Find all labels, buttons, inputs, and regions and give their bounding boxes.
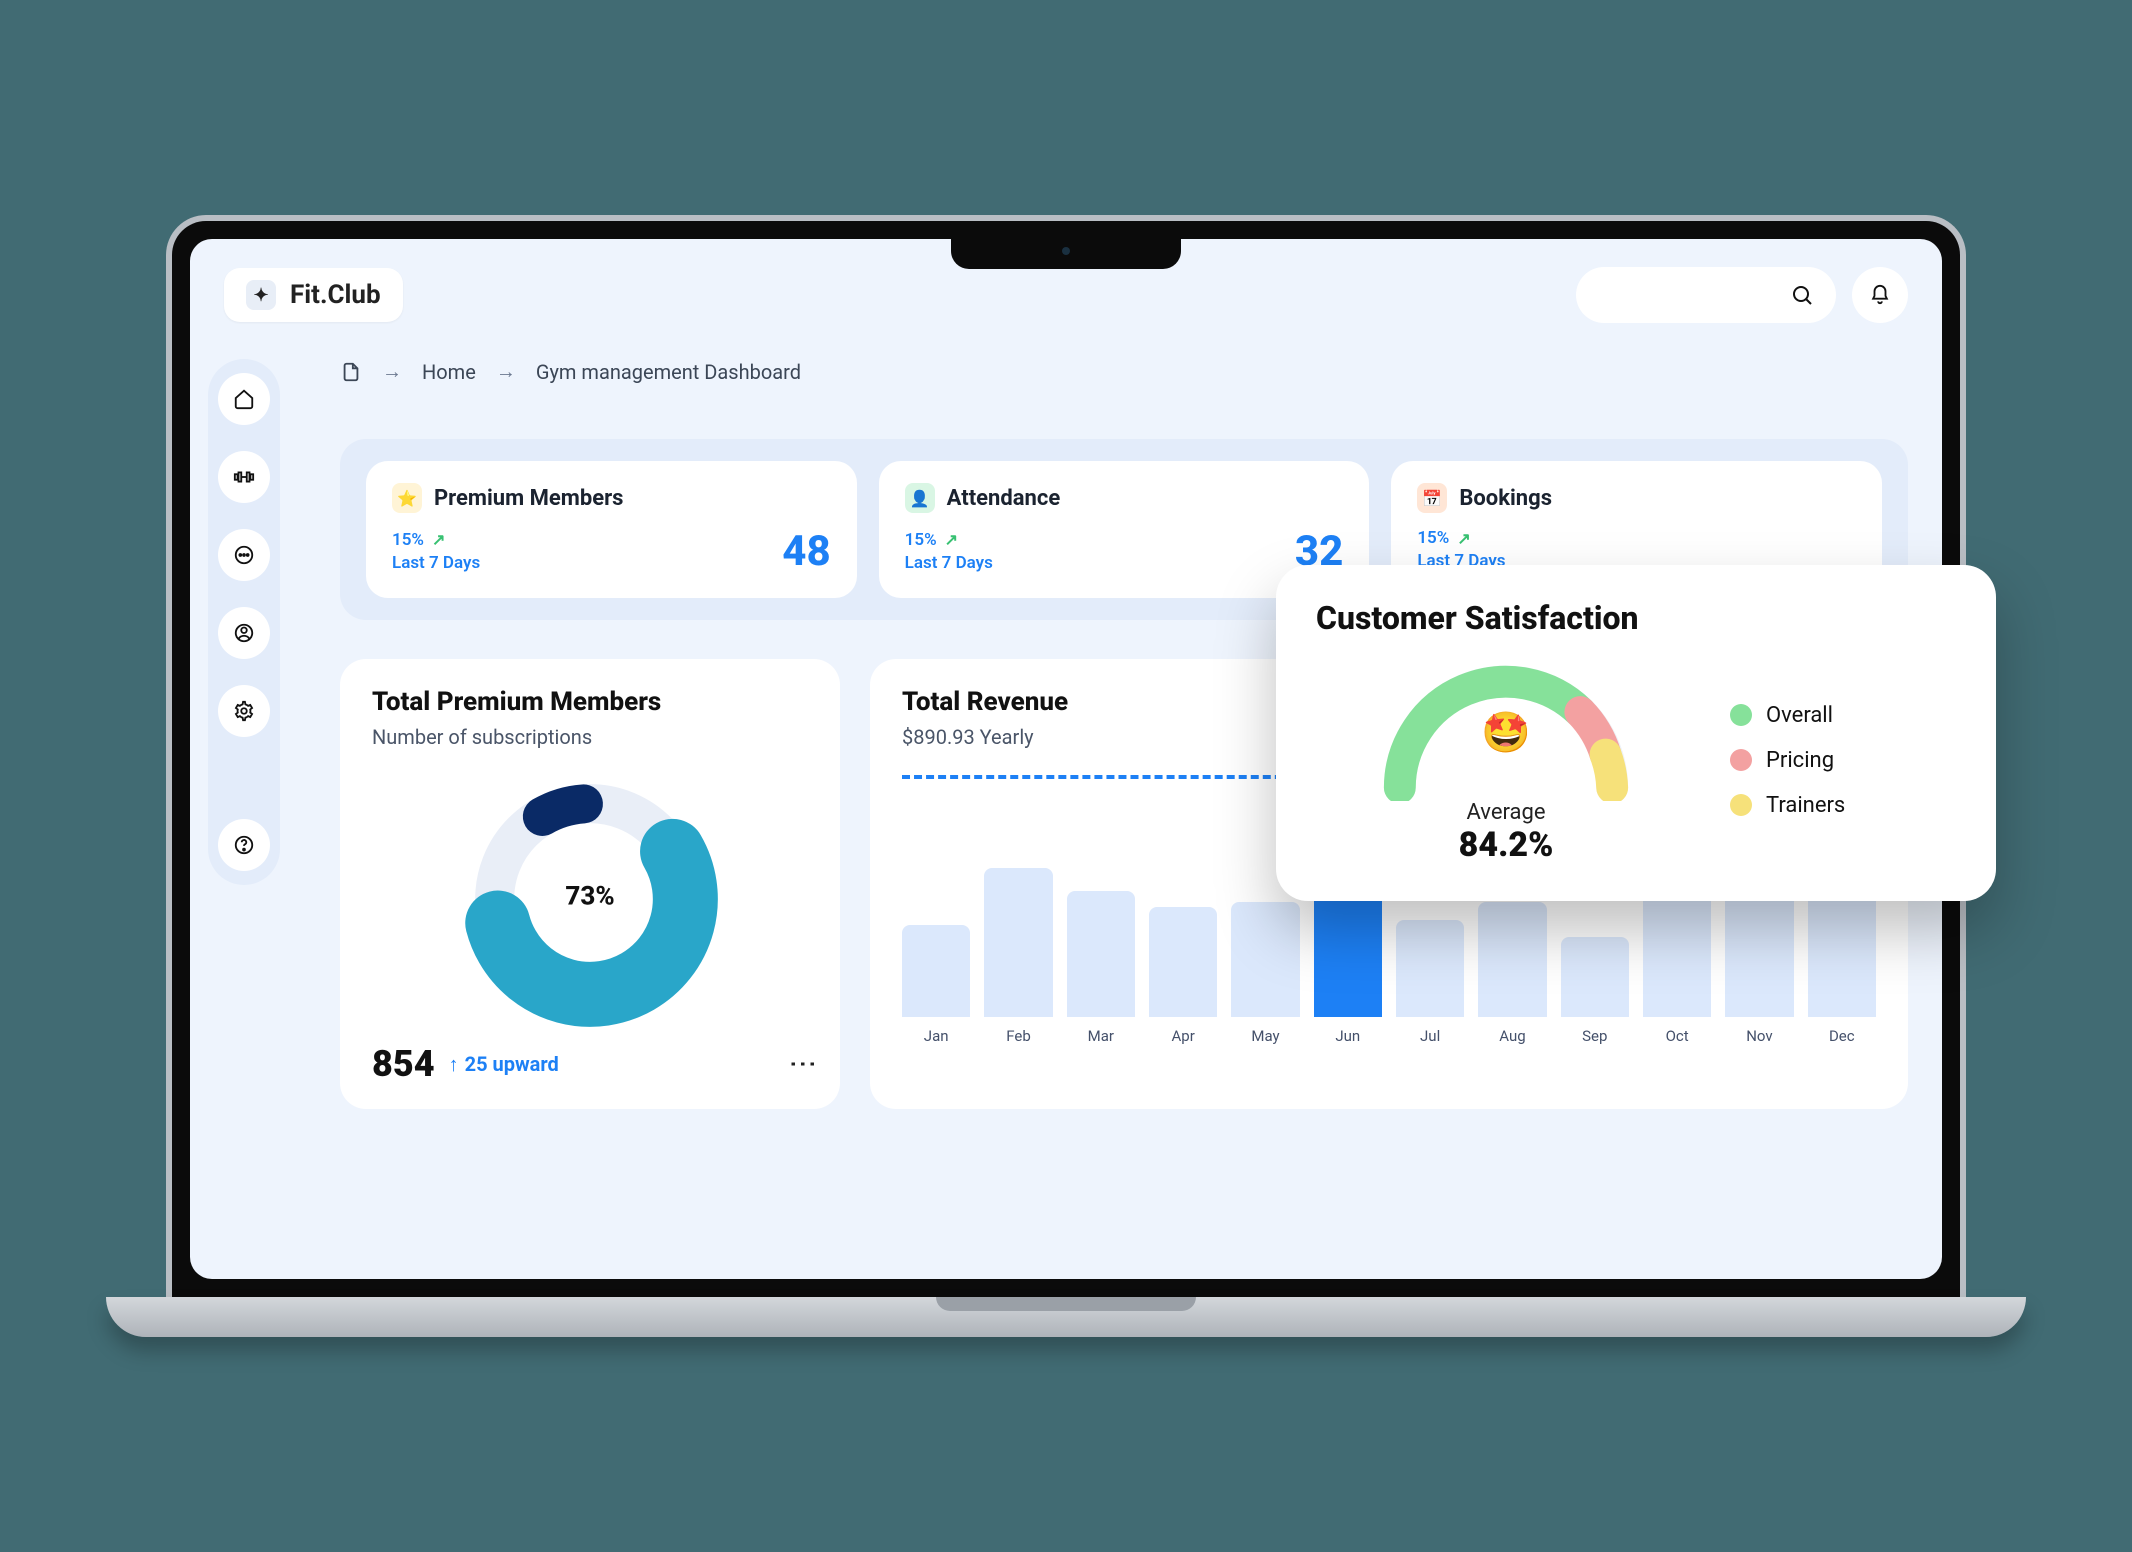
chevron-right-icon: → (496, 359, 516, 384)
chevron-right-icon: → (382, 359, 402, 384)
stat-title: Attendance (947, 486, 1061, 511)
star-icon: ⭐ (392, 483, 422, 513)
help-icon (233, 834, 255, 856)
satisfaction-gauge: 🤩 Average 84.2% (1316, 655, 1696, 865)
card-menu-button[interactable]: ⋮ (798, 1050, 808, 1078)
xlabel: Aug (1478, 1027, 1546, 1045)
xlabel: Jun (1314, 1027, 1382, 1045)
nav-workouts[interactable] (218, 451, 270, 503)
stat-pct: 15% (905, 529, 937, 552)
bar-dec[interactable] (1808, 891, 1876, 1018)
user-icon: 👤 (905, 483, 935, 513)
card-subtitle: Number of subscriptions (372, 725, 808, 749)
home-icon (233, 388, 255, 410)
avg-label: Average (1466, 800, 1545, 825)
xlabel: Nov (1725, 1027, 1793, 1045)
bar-apr[interactable] (1149, 907, 1217, 1017)
brand-mark-icon: ✦ (246, 280, 276, 310)
stat-period: Last 7 Days (905, 552, 993, 575)
stat-title: Premium Members (434, 486, 623, 511)
stat-value: 48 (782, 527, 830, 576)
arrow-up-icon: ↗ (945, 529, 958, 551)
file-icon (340, 361, 362, 383)
arrow-up-icon: ↗ (1457, 528, 1470, 550)
xlabel: Mar (1067, 1027, 1135, 1045)
xlabel: Jan (902, 1027, 970, 1045)
brand-name: Fit.Club (290, 280, 381, 310)
legend-dot-icon (1730, 704, 1752, 726)
brand-pill[interactable]: ✦ Fit.Club (224, 268, 403, 322)
card-title: Total Premium Members (372, 687, 808, 717)
legend-item: Pricing (1730, 748, 1845, 773)
bar-mar[interactable] (1067, 891, 1135, 1018)
bar-jul[interactable] (1396, 920, 1464, 1017)
xlabel: Sep (1561, 1027, 1629, 1045)
bell-icon (1869, 284, 1891, 306)
legend-dot-icon (1730, 794, 1752, 816)
stat-title: Bookings (1459, 486, 1552, 511)
calendar-icon: 📅 (1417, 483, 1447, 513)
stat-period: Last 7 Days (392, 552, 480, 575)
donut-pct: 73% (565, 882, 614, 912)
arrow-up-icon: ↗ (432, 529, 445, 551)
nav-home[interactable] (218, 373, 270, 425)
person-icon (233, 622, 255, 644)
bar-aug[interactable] (1478, 902, 1546, 1017)
laptop-base (106, 1297, 2026, 1337)
premium-total: 854 (372, 1043, 435, 1085)
breadcrumb: → Home → Gym management Dashboard (340, 359, 801, 384)
nav-members[interactable] (218, 607, 270, 659)
card-premium-members: Total Premium Members Number of subscrip… (340, 659, 840, 1109)
legend-item: Trainers (1730, 793, 1845, 818)
sat-legend: Overall Pricing Trainers (1730, 703, 1845, 818)
premium-trend: ↑ 25 upward (449, 1052, 559, 1077)
nav-settings[interactable] (218, 685, 270, 737)
stat-card-premium[interactable]: ⭐ Premium Members 15% ↗ Last 7 Days 48 (366, 461, 857, 598)
sidebar (208, 359, 280, 885)
crumb-page: Gym management Dashboard (536, 360, 801, 384)
bar-sep[interactable] (1561, 937, 1629, 1018)
donut-chart: 73% (372, 769, 808, 1029)
xlabel: Feb (984, 1027, 1052, 1045)
xlabel: Apr (1149, 1027, 1217, 1045)
gear-icon (233, 700, 255, 722)
sat-title: Customer Satisfaction (1316, 599, 1956, 637)
xlabel: Oct (1643, 1027, 1711, 1045)
xlabel: Jul (1396, 1027, 1464, 1045)
xlabel: May (1231, 1027, 1299, 1045)
bar-may[interactable] (1231, 902, 1299, 1017)
stat-pct: 15% (1417, 527, 1449, 550)
nav-help[interactable] (218, 819, 270, 871)
xlabel: Dec (1808, 1027, 1876, 1045)
stat-pct: 15% (392, 529, 424, 552)
laptop-notch (951, 235, 1181, 269)
card-satisfaction: Customer Satisfaction 🤩 Average 84.2% Ov… (1276, 565, 1996, 901)
crumb-home[interactable]: Home (422, 360, 476, 384)
notifications-button[interactable] (1852, 267, 1908, 323)
dumbbell-icon (233, 466, 255, 488)
bar-feb[interactable] (984, 868, 1052, 1018)
legend-dot-icon (1730, 749, 1752, 771)
nav-chat[interactable] (218, 529, 270, 581)
bar-jan[interactable] (902, 925, 970, 1017)
chat-icon (233, 544, 255, 566)
legend-item: Overall (1730, 703, 1845, 728)
avg-value: 84.2% (1459, 825, 1554, 865)
search-icon (1790, 283, 1814, 307)
emoji-icon: 🤩 (1481, 709, 1531, 756)
search-input[interactable] (1576, 267, 1836, 323)
